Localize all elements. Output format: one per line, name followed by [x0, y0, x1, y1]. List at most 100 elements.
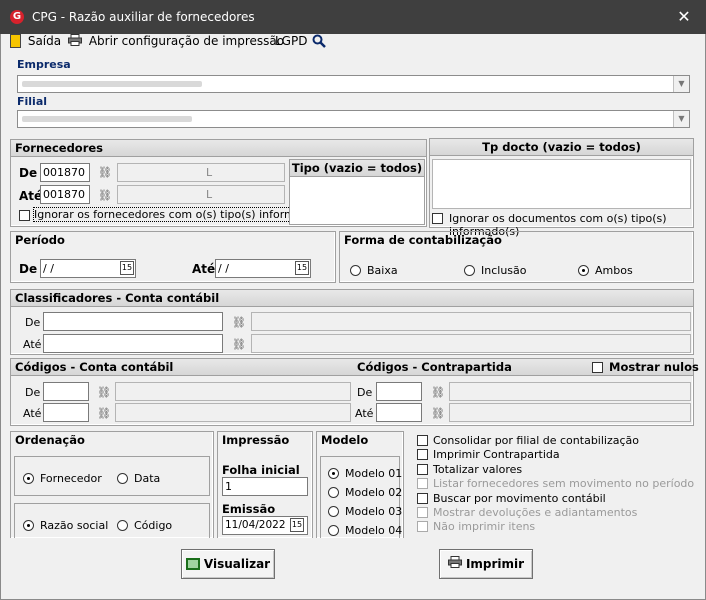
ord-fornecedor-radio[interactable]: [23, 473, 34, 484]
ignore-fornecedores-checkbox[interactable]: [19, 210, 30, 221]
monitor-icon: [185, 557, 200, 570]
mostrar-nulos-checkbox[interactable]: [592, 362, 603, 373]
codigos-de-desc: [115, 382, 351, 401]
folha-input[interactable]: 1: [222, 477, 308, 496]
calendar-icon[interactable]: 15: [295, 261, 309, 275]
redacted-text: [22, 81, 202, 87]
binoculars-icon[interactable]: ⛓: [98, 189, 112, 202]
exit-label: Saída: [27, 34, 62, 48]
modelo-04-radio[interactable]: [328, 525, 339, 536]
exit-door-icon: [10, 33, 21, 48]
listar-sem-movimento-label: Listar fornecedores sem movimento no per…: [433, 477, 695, 490]
contra-ate-input[interactable]: [376, 403, 422, 422]
printer-icon: [68, 34, 82, 49]
tipo-fornecedor-list[interactable]: Tipo (vazio = todos): [289, 159, 425, 225]
totalizar-label: Totalizar valores: [433, 463, 523, 476]
fornecedor-ate-input[interactable]: 001870: [40, 185, 90, 204]
codigos-de-input[interactable]: [43, 382, 89, 401]
modelo-04-label: Modelo 04: [345, 524, 403, 537]
ord-razao-label: Razão social: [40, 519, 109, 532]
contra-ate-label: Até: [355, 407, 374, 420]
binoculars-icon[interactable]: ⛓: [232, 316, 246, 329]
nao-imprimir-itens-label: Não imprimir itens: [433, 520, 536, 533]
binoculars-icon[interactable]: ⛓: [232, 338, 246, 351]
binoculars-icon[interactable]: ⛓: [431, 407, 445, 420]
classif-ate-label: Até: [23, 338, 42, 351]
fornecedor-de-input[interactable]: 001870: [40, 163, 90, 182]
fornecedor-de-name: L: [117, 163, 285, 182]
modelo-03-label: Modelo 03: [345, 505, 403, 518]
contra-de-desc: [449, 382, 691, 401]
classif-ate-input[interactable]: [43, 334, 223, 353]
lgpd-button[interactable]: LGPD: [275, 34, 307, 48]
contra-de-input[interactable]: [376, 382, 422, 401]
tipo-title: Tipo (vazio = todos): [290, 160, 424, 177]
periodo-ate-label: Até: [192, 262, 216, 276]
mostrar-nulos-label: Mostrar nulos: [609, 360, 699, 374]
ord-razao-radio[interactable]: [23, 520, 34, 531]
chevron-down-icon[interactable]: ▼: [673, 111, 689, 127]
calendar-icon[interactable]: 15: [120, 261, 134, 275]
title-bar: G CPG - Razão auxiliar de fornecedores ✕: [0, 0, 706, 34]
modelo-01-radio[interactable]: [328, 468, 339, 479]
fornecedor-de-label: De: [19, 166, 38, 180]
classif-de-label: De: [25, 316, 41, 329]
printer-icon: [447, 550, 462, 578]
empresa-combo[interactable]: ▼: [17, 75, 690, 93]
fornecedor-ate-name: L: [117, 185, 285, 204]
visualizar-button[interactable]: Visualizar: [181, 549, 275, 579]
buscar-movimento-checkbox[interactable]: [417, 493, 428, 504]
mostrar-devolucoes-checkbox[interactable]: [417, 507, 428, 518]
listar-sem-movimento-checkbox[interactable]: [417, 478, 428, 489]
imprimir-button[interactable]: Imprimir: [439, 549, 533, 579]
chevron-down-icon[interactable]: ▼: [673, 76, 689, 92]
codigos-de-label: De: [25, 386, 41, 399]
exit-button[interactable]: Saída: [10, 33, 62, 48]
filial-label: Filial: [17, 95, 48, 108]
ord-codigo-label: Código: [134, 519, 173, 532]
modelo-title: Modelo: [321, 433, 369, 447]
print-config-button[interactable]: Abrir configuração de impressão: [68, 34, 284, 48]
forma-title: Forma de contabilização: [344, 233, 502, 247]
close-button[interactable]: ✕: [672, 6, 696, 28]
modelo-03-radio[interactable]: [328, 506, 339, 517]
imprimir-contrapartida-label: Imprimir Contrapartida: [433, 448, 560, 461]
periodo-de-label: De: [19, 262, 38, 276]
emissao-label: Emissão: [222, 502, 276, 516]
ord-fornecedor-label: Fornecedor: [40, 472, 102, 485]
forma-baixa-radio[interactable]: [350, 265, 361, 276]
contra-ate-desc: [449, 403, 691, 422]
tpdocto-list[interactable]: [432, 159, 691, 209]
modelo-02-radio[interactable]: [328, 487, 339, 498]
classif-ate-desc: [251, 334, 691, 353]
codigos-ate-input[interactable]: [43, 403, 89, 422]
binoculars-icon[interactable]: ⛓: [97, 386, 111, 399]
folha-label: Folha inicial: [222, 463, 300, 477]
nao-imprimir-itens-checkbox[interactable]: [417, 521, 428, 532]
periodo-title: Período: [15, 233, 65, 247]
fornecedores-title: Fornecedores: [11, 140, 426, 157]
visualizar-label: Visualizar: [203, 557, 271, 571]
codigos-ate-label: Até: [23, 407, 42, 420]
imprimir-contrapartida-checkbox[interactable]: [417, 449, 428, 460]
binoculars-icon[interactable]: ⛓: [431, 386, 445, 399]
search-icon[interactable]: [312, 34, 326, 48]
forma-baixa-label: Baixa: [367, 264, 398, 277]
classif-de-desc: [251, 312, 691, 331]
binoculars-icon[interactable]: ⛓: [97, 407, 111, 420]
forma-inclusao-radio[interactable]: [464, 265, 475, 276]
forma-ambos-label: Ambos: [595, 264, 633, 277]
classificadores-title: Classificadores - Conta contábil: [11, 290, 693, 307]
consolidar-checkbox[interactable]: [417, 435, 428, 446]
ord-data-radio[interactable]: [117, 473, 128, 484]
calendar-icon[interactable]: 15: [290, 518, 304, 532]
binoculars-icon[interactable]: ⛓: [98, 166, 112, 179]
filial-combo[interactable]: ▼: [17, 110, 690, 128]
classif-de-input[interactable]: [43, 312, 223, 331]
redacted-text: [22, 116, 192, 122]
ord-codigo-radio[interactable]: [117, 520, 128, 531]
forma-ambos-radio[interactable]: [578, 265, 589, 276]
totalizar-checkbox[interactable]: [417, 464, 428, 475]
ignore-documentos-checkbox[interactable]: [432, 213, 443, 224]
contrapartida-title: Códigos - Contrapartida: [357, 360, 512, 374]
